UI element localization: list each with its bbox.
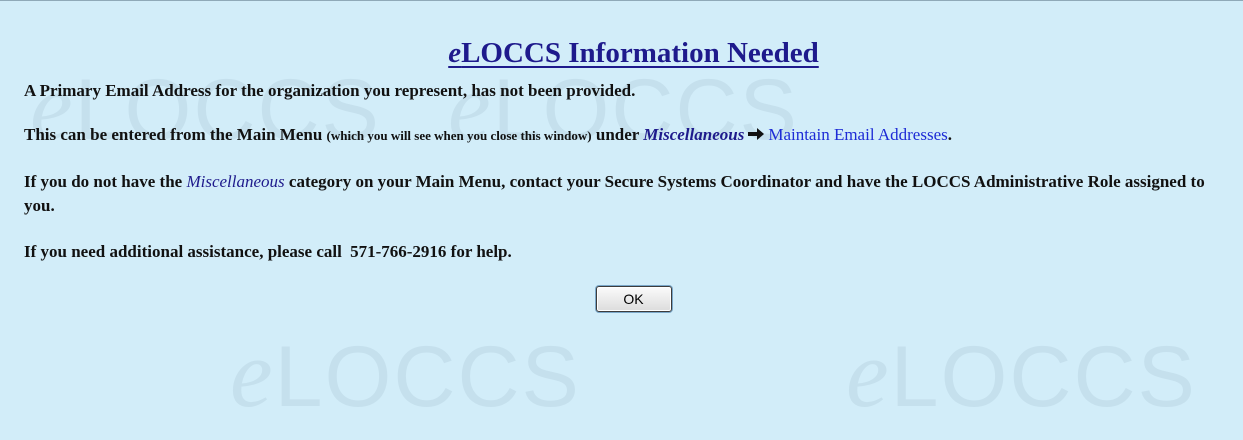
instructions-message: This can be entered from the Main Menu (… bbox=[24, 125, 952, 144]
maintain-email-addresses-link[interactable]: Maintain Email Addresses bbox=[768, 125, 947, 144]
dialog-content: eLOCCS Information Needed A Primary Emai… bbox=[0, 37, 1243, 312]
assistance-message: If you need additional assistance, pleas… bbox=[24, 242, 512, 261]
miscellaneous-category-label: Miscellaneous bbox=[186, 172, 285, 191]
button-row: OK bbox=[24, 286, 1243, 312]
watermark-logo: eLOCCS bbox=[846, 320, 1197, 427]
right-arrow-icon bbox=[748, 128, 765, 140]
phone-number: 571-766-2916 bbox=[350, 242, 447, 261]
info-dialog: eLOCCS eLOCCS eLOCCS eLOCCS eLOCCS Infor… bbox=[0, 0, 1243, 440]
miscellaneous-menu-label: Miscellaneous bbox=[643, 125, 745, 144]
title-prefix: e bbox=[448, 37, 462, 69]
missing-email-message: A Primary Email Address for the organiza… bbox=[24, 81, 636, 100]
admin-role-message: If you do not have the Miscellaneous cat… bbox=[24, 172, 1205, 215]
watermark-logo: eLOCCS bbox=[230, 320, 581, 427]
main-menu-note: (which you will see when you close this … bbox=[326, 128, 592, 143]
title-text: LOCCS Information Needed bbox=[461, 37, 819, 69]
dialog-title: eLOCCS Information Needed bbox=[24, 37, 1243, 69]
ok-button[interactable]: OK bbox=[595, 286, 672, 312]
